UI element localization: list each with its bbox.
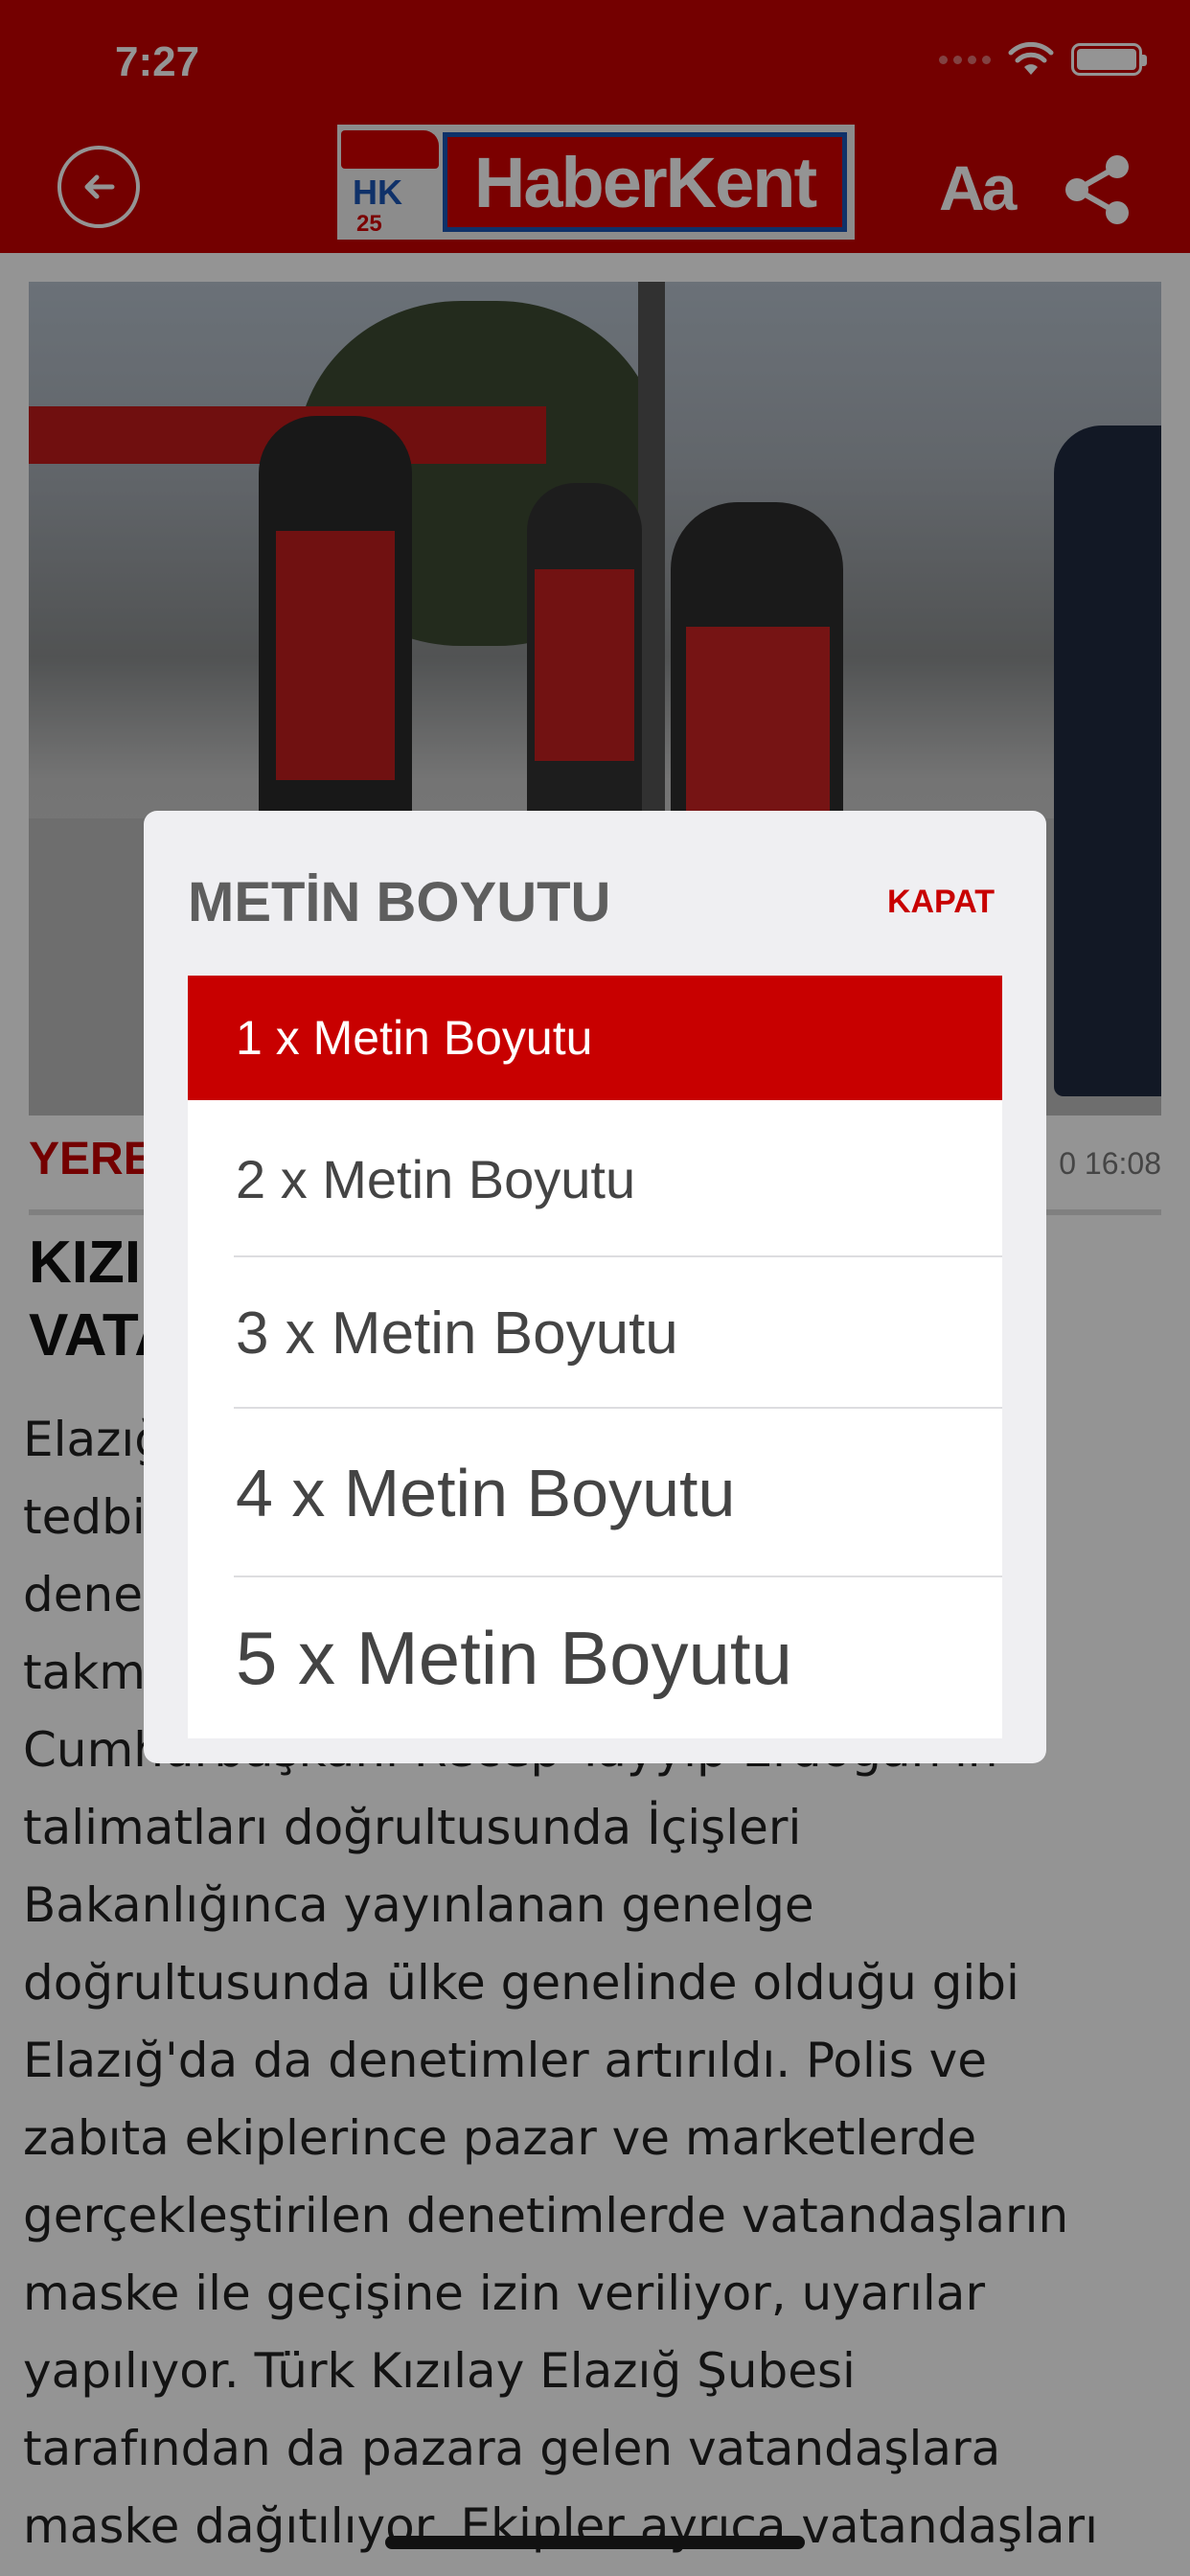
- option-label: 4 x Metin Boyutu: [236, 1456, 736, 1530]
- text-size-option-1[interactable]: 1 x Metin Boyutu: [188, 976, 1002, 1100]
- option-label: 3 x Metin Boyutu: [236, 1300, 678, 1367]
- text-size-dialog: METİN BOYUTU KAPAT 1 x Metin Boyutu 2 x …: [144, 811, 1046, 1763]
- text-size-option-4[interactable]: 4 x Metin Boyutu: [188, 1409, 1002, 1577]
- dialog-title: METİN BOYUTU: [188, 871, 611, 933]
- option-label: 2 x Metin Boyutu: [236, 1148, 636, 1209]
- text-size-option-5[interactable]: 5 x Metin Boyutu: [188, 1577, 1002, 1738]
- option-label: 1 x Metin Boyutu: [236, 1011, 593, 1065]
- option-label: 5 x Metin Boyutu: [236, 1615, 792, 1700]
- text-size-option-2[interactable]: 2 x Metin Boyutu: [188, 1100, 1002, 1257]
- close-button[interactable]: KAPAT: [887, 884, 995, 921]
- text-size-options: 1 x Metin Boyutu 2 x Metin Boyutu 3 x Me…: [188, 976, 1002, 1738]
- text-size-option-3[interactable]: 3 x Metin Boyutu: [188, 1257, 1002, 1409]
- home-indicator: [385, 2536, 805, 2549]
